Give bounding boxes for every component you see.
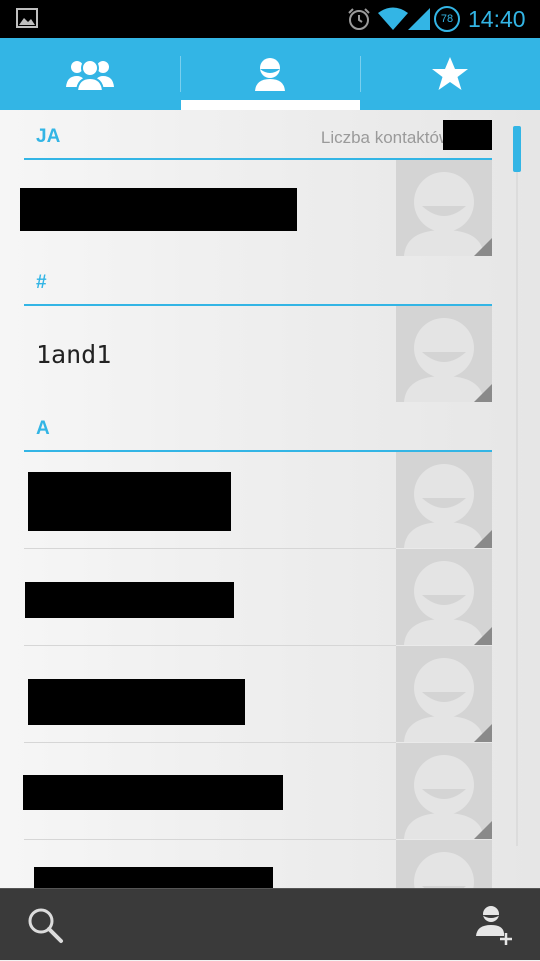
- redacted-name: [20, 188, 297, 231]
- list-item[interactable]: [0, 646, 492, 743]
- tab-groups[interactable]: [0, 38, 180, 110]
- redacted-name: [23, 775, 283, 810]
- section-header-me: JA Liczba kontaktów:: [24, 112, 492, 160]
- selected-tab-indicator: [181, 100, 360, 110]
- alarm-icon: [348, 8, 370, 30]
- add-contact-icon: [476, 906, 512, 945]
- section-header-a: A: [24, 404, 492, 452]
- list-item-me[interactable]: [0, 160, 492, 257]
- redacted-name: [25, 582, 234, 618]
- search-icon: [28, 908, 63, 943]
- search-button[interactable]: [0, 889, 90, 961]
- section-letter: #: [36, 272, 47, 293]
- clock: 14:40: [468, 6, 526, 32]
- avatar[interactable]: [396, 549, 492, 645]
- default-avatar-icon: [414, 852, 474, 888]
- list-item[interactable]: 1and1: [0, 306, 492, 403]
- avatar[interactable]: [396, 743, 492, 839]
- group-icon: [66, 59, 114, 91]
- status-bar: 78 14:40: [0, 0, 540, 38]
- scrollbar-thumb[interactable]: [513, 126, 521, 172]
- tab-bar: [0, 38, 540, 110]
- default-avatar-icon: [404, 172, 492, 256]
- contact-count-label: Liczba kontaktów:: [320, 128, 456, 147]
- redacted-name: [34, 867, 273, 888]
- avatar[interactable]: [396, 452, 492, 548]
- avatar[interactable]: [396, 160, 492, 256]
- wifi-icon: [378, 7, 408, 30]
- list-item[interactable]: [0, 840, 492, 888]
- list-item[interactable]: [0, 452, 492, 549]
- default-avatar-icon: [404, 755, 492, 839]
- star-icon: [432, 57, 468, 90]
- scrollbar-track: [516, 126, 518, 846]
- contact-name: 1and1: [36, 340, 112, 369]
- tab-favorites[interactable]: [360, 38, 540, 110]
- redacted-count: [443, 120, 492, 150]
- signal-icon: [408, 8, 430, 30]
- add-contact-button[interactable]: [450, 889, 540, 961]
- contact-list[interactable]: JA Liczba kontaktów: # 1and1 A: [0, 110, 540, 888]
- avatar[interactable]: [396, 840, 492, 888]
- list-item[interactable]: [0, 743, 492, 840]
- avatar[interactable]: [396, 306, 492, 402]
- person-icon: [255, 58, 285, 91]
- list-item[interactable]: [0, 549, 492, 646]
- default-avatar-icon: [404, 464, 492, 548]
- default-avatar-icon: [404, 318, 492, 402]
- section-letter: JA: [36, 126, 61, 147]
- battery-icon: 78: [434, 6, 460, 32]
- redacted-name: [28, 679, 245, 725]
- section-letter: A: [36, 418, 50, 439]
- section-header-hash: #: [24, 258, 492, 306]
- bottom-action-bar: [0, 888, 540, 960]
- redacted-name: [28, 472, 231, 531]
- default-avatar-icon: [404, 658, 492, 742]
- default-avatar-icon: [404, 561, 492, 645]
- image-notification-icon: [16, 8, 38, 28]
- avatar[interactable]: [396, 646, 492, 742]
